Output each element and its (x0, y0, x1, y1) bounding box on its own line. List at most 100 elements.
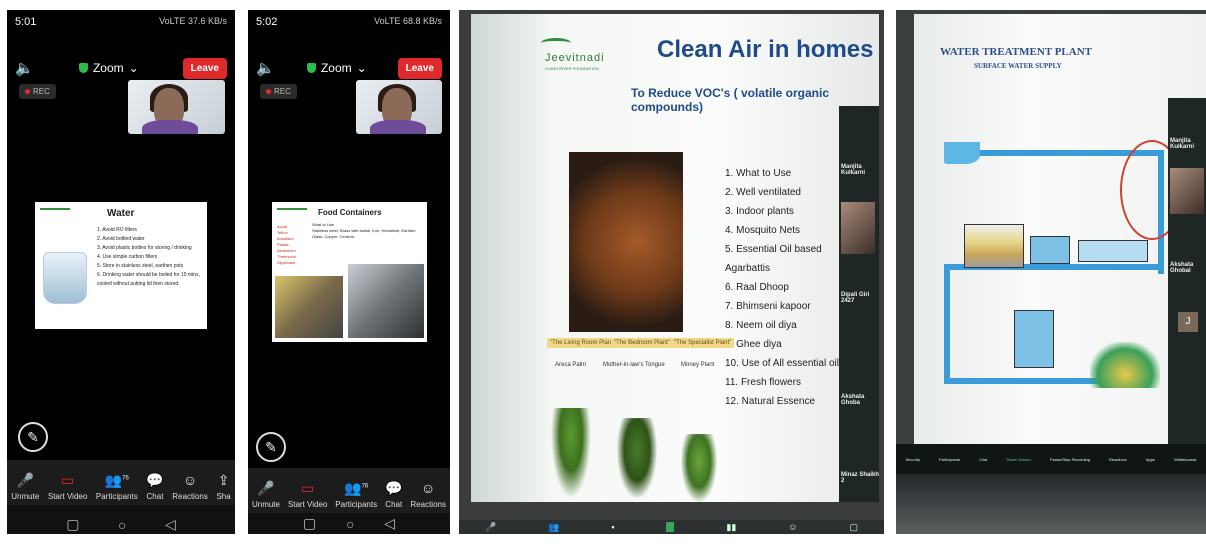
logo-text: Jeevitnadi (545, 52, 605, 64)
record-icon[interactable]: ▮▮ (726, 522, 736, 533)
participants-button[interactable]: 👥76 Participants (96, 472, 138, 501)
reactions-button[interactable]: ☺ Reactions (172, 472, 208, 501)
reactions-button[interactable]: Reactions (1109, 457, 1127, 462)
snake-plant-image (617, 418, 657, 498)
unmute-button[interactable]: 🎤 Unmute (252, 480, 280, 509)
meeting-toolbar: 🎤 Unmute ▭ Start Video 👥76 Participants 💬 Ch… (248, 468, 450, 513)
speaker-icon[interactable]: 🔈 (256, 59, 276, 77)
participants-button[interactable]: Participants (939, 457, 960, 462)
back-icon[interactable]: ◁ (165, 516, 176, 533)
river-lake (944, 142, 980, 164)
participants-icon: 👥76 (104, 472, 129, 488)
participants-sidebar: Manjita Kulkarni Dipali Giri 2427 Akshat… (839, 106, 879, 502)
slide-logo (277, 208, 307, 214)
list-item: 1. Avoid RO filters (97, 227, 137, 233)
list-item: 5. Store in stainless steel, earthen pot… (97, 263, 184, 269)
areca-palm-image (551, 408, 591, 498)
money-plant-image (681, 434, 717, 502)
whiteboards-button[interactable]: Whiteboards (1174, 457, 1196, 462)
zoom-taskbar: Security Participants Chat Share Screen … (896, 444, 1206, 474)
speaker-video-thumbnail[interactable] (128, 80, 225, 134)
start-video-button[interactable]: ▭ Start Video (288, 480, 327, 509)
participant-video[interactable] (1170, 168, 1204, 214)
record-dot-icon (25, 89, 30, 94)
recents-icon[interactable]: ▢ (303, 515, 316, 532)
status-network: VoLTE 68.8 KB/s (374, 16, 442, 26)
list-item: 2. Well ventilated (725, 187, 801, 198)
reactions-button[interactable]: ☺ Reactions (410, 480, 446, 509)
meeting-toolbar: 🎤 Unmute ▭ Start Video 👥76 Participants 💬 Ch… (7, 460, 235, 505)
status-time: 5:01 (15, 16, 37, 28)
leave-button[interactable]: Leave (397, 57, 442, 79)
plant-chip: "The Specialist Plant" (671, 338, 735, 348)
phone-screenshot-1: 5:01 VoLTE 37.6 KB/s 🔈 Zoom ⌄ Leave REC … (7, 10, 235, 534)
list-item: 7. Bhimseni kapoor (725, 301, 811, 312)
muted-mic-icon: 🎤 (257, 480, 275, 496)
phone-screenshot-2: 5:02 VoLTE 68.8 KB/s 🔈 Zoom ⌄ Leave REC … (248, 10, 450, 534)
list-item: 11. Fresh flowers (725, 377, 801, 388)
recents-icon[interactable]: ▢ (66, 516, 79, 533)
recording-button[interactable]: Pause/Stop Recording (1050, 457, 1090, 462)
apps-button[interactable]: Apps (1146, 457, 1155, 462)
home-icon[interactable]: ○ (346, 516, 354, 532)
record-dot-icon (266, 89, 271, 94)
share-icon: ⇪ (217, 472, 230, 488)
list-item: 6. Drinking water should be boiled for 1… (97, 272, 200, 287)
avoid-list: Avoid Teflon Anodised Plastic Aluminium … (277, 224, 296, 266)
chat-icon[interactable]: ▪ (611, 522, 614, 532)
meeting-title[interactable]: Zoom ⌄ (306, 61, 367, 75)
share-screen-button[interactable]: Share Screen (1006, 457, 1030, 462)
speaker-icon[interactable]: 🔈 (15, 59, 35, 77)
list-item: 12. Natural Essence (725, 396, 816, 407)
ground-reservoir (1090, 342, 1160, 388)
slide-title: Water (107, 208, 135, 219)
share-button[interactable]: ⇪ Sha (216, 472, 230, 501)
sedimentation-tank (1030, 236, 1070, 264)
annotate-pencil-icon[interactable]: ✎ (18, 422, 48, 452)
list-item: Styrofoam (277, 260, 296, 265)
person-body (370, 120, 426, 134)
video-off-icon: ▭ (301, 480, 315, 496)
chat-button[interactable]: 💬 Chat (146, 472, 163, 501)
chat-button[interactable]: Chat (979, 457, 987, 462)
leave-button[interactable]: Leave (182, 57, 227, 79)
participant-avatar[interactable]: J (1178, 312, 1198, 332)
plant-chip: "The Living Room Plant" (547, 338, 618, 348)
security-button[interactable]: Security (906, 457, 920, 462)
rec-indicator: REC (260, 84, 297, 99)
person-body (142, 120, 198, 134)
unmute-button[interactable]: 🎤 Unmute (11, 472, 39, 501)
meeting-title[interactable]: Zoom ⌄ (78, 61, 139, 75)
status-bar: 5:02 VoLTE 68.8 KB/s (248, 10, 450, 36)
participant-video[interactable] (841, 202, 875, 254)
slide-body-text: What to Use Stainless steel, Brass with … (312, 222, 417, 239)
shield-icon (78, 63, 88, 73)
participants-button[interactable]: 👥76 Participants (335, 480, 377, 509)
list-item: 3. Indoor plants (725, 206, 794, 217)
plant-name: Areca Palm (555, 362, 587, 368)
logo-leaf-icon (541, 38, 571, 48)
participants-icon[interactable]: 👥 (548, 522, 559, 533)
water-glass-image (43, 252, 87, 304)
speaker-video-thumbnail[interactable] (356, 80, 442, 134)
status-time: 5:02 (256, 16, 278, 28)
back-icon[interactable]: ◁ (384, 515, 395, 532)
reactions-icon: ☺ (182, 472, 198, 488)
steel-containers-image (348, 264, 424, 338)
annotate-pencil-icon[interactable]: ✎ (256, 432, 286, 462)
start-video-button[interactable]: ▭ Start Video (48, 472, 87, 501)
home-icon[interactable]: ○ (118, 517, 126, 533)
plant-name: Mother-in-law's Tongue (603, 362, 665, 368)
share-screen-icon[interactable] (666, 522, 675, 532)
apps-icon[interactable]: ▢ (849, 522, 858, 533)
water-pipe (944, 268, 950, 378)
chat-button[interactable]: 💬 Chat (385, 480, 402, 509)
meeting-topbar: 🔈 Zoom ⌄ Leave (248, 54, 450, 82)
slide-logo (40, 208, 70, 214)
mic-icon[interactable]: 🎤 (485, 522, 496, 533)
laptop-screen: Jeevitnadi LIVING RIVER FOUNDATION Clean… (471, 14, 879, 502)
slide-title: Clean Air in homes (657, 36, 874, 63)
reactions-icon[interactable]: ☺ (788, 522, 797, 532)
photo-water-treatment-slide: WATER TREATMENT PLANT SURFACE WATER SUPP… (896, 10, 1206, 534)
status-bar: 5:01 VoLTE 37.6 KB/s (7, 10, 235, 36)
